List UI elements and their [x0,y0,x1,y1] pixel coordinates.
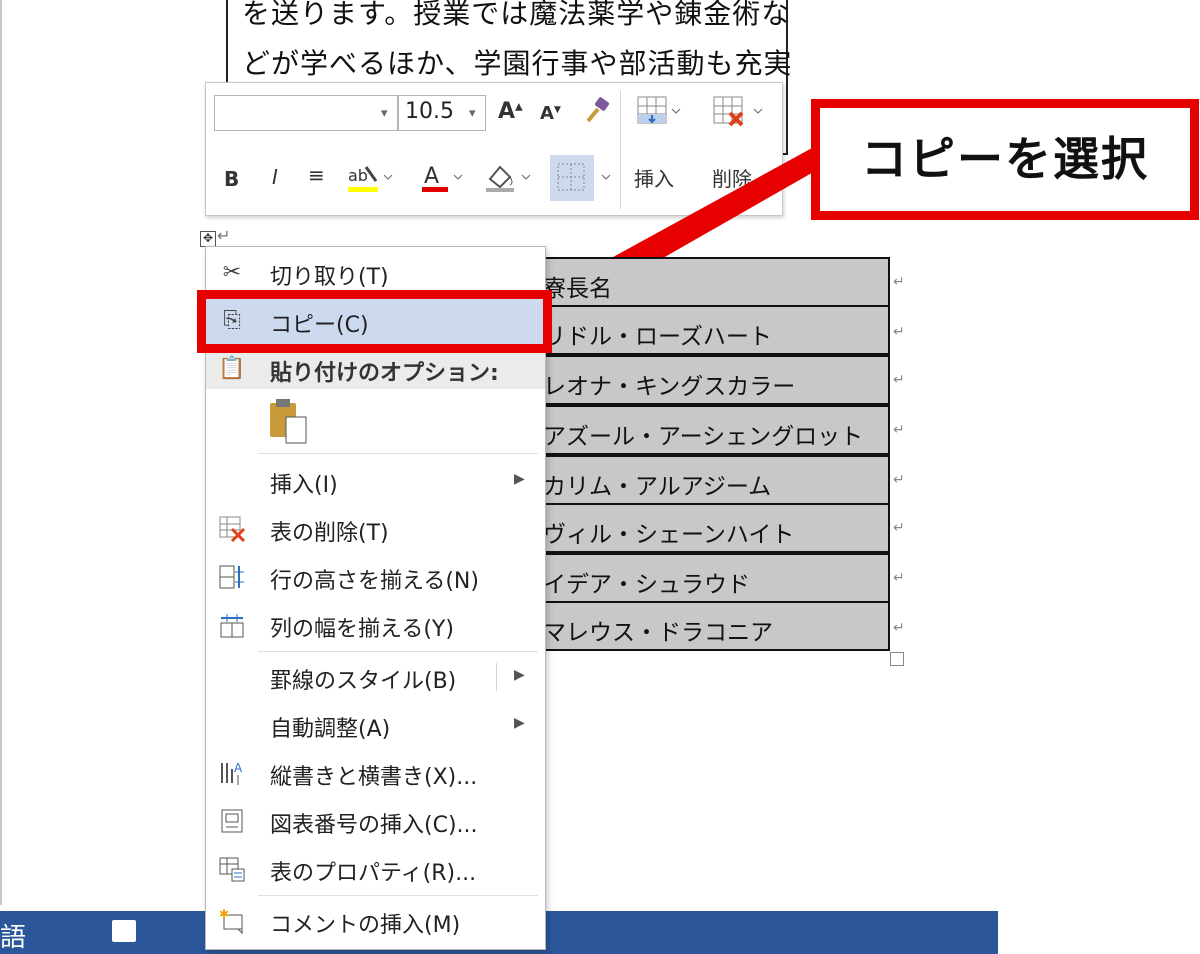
table-cell: カリム・アルアジーム [543,474,772,500]
distribute-rows-icon [218,563,246,591]
text-direction-icon: A [218,759,246,787]
menu-item-label: 貼り付けのオプション: [270,361,499,386]
menu-item-distribute-rows[interactable]: 行の高さを揃える(N) [206,553,545,601]
menu-item-label: 行の高さを揃える(N) [270,569,479,594]
menu-item-label: 縦書きと横書き(X)... [270,765,478,790]
menu-item-label: 罫線のスタイル(B) [270,669,457,694]
svg-text:✱: ✱ [219,907,229,921]
row-end-mark: ↵ [893,324,905,340]
menu-item-label: 図表番号の挿入(C)... [270,813,478,838]
table-cell: マレウス・ドラコニア [543,620,773,646]
callout-text: コピーを選択 [861,132,1149,186]
paragraph-mark: ↵ [217,226,231,245]
submenu-divider [496,663,497,691]
copy-highlight-box [197,290,552,353]
table-row[interactable]: 寮長名 [525,257,890,307]
menu-item-label: 挿入(I) [270,473,338,498]
table-cell: リドル・ローズハート [543,324,772,350]
table-cell: イデア・シュラウド [543,572,750,598]
menu-item-label: 表の削除(T) [270,521,389,546]
menu-separator [258,895,538,896]
menu-item-distribute-columns[interactable]: 列の幅を揃える(Y) [206,601,545,649]
table-properties-icon [218,855,246,883]
row-end-mark: ↵ [893,422,905,438]
table-row[interactable]: レオナ・キングスカラー [525,355,890,405]
table-row[interactable]: イデア・シュラウド [525,553,890,603]
table-cell: アズール・アーシェングロット [543,424,864,450]
row-end-mark: ↵ [893,620,905,636]
keyboard-icon[interactable] [112,920,136,942]
menu-item-insert-comment[interactable]: ✱ コメントの挿入(M) [206,897,545,945]
language-indicator[interactable]: 語 [0,917,26,954]
paste-icon: 📋 [218,356,246,381]
table-row[interactable]: カリム・アルアジーム [525,455,890,505]
table-resize-handle[interactable] [890,652,904,666]
table-row[interactable]: マレウス・ドラコニア [525,601,890,651]
submenu-arrow-icon: ▶ [514,667,525,683]
delete-table-icon [218,515,246,543]
table-row[interactable]: ヴィル・シェーンハイト [525,503,890,553]
menu-separator [258,651,538,652]
table-row[interactable]: リドル・ローズハート [525,305,890,355]
row-end-mark: ↵ [893,274,905,290]
menu-item-insert-caption[interactable]: 図表番号の挿入(C)... [206,797,545,845]
row-end-mark: ↵ [893,520,905,536]
paste-keep-formatting-icon[interactable] [268,397,312,451]
menu-item-text-direction[interactable]: A 縦書きと横書き(X)... [206,749,545,797]
table-row[interactable]: アズール・アーシェングロット [525,405,890,455]
caption-icon [218,807,246,835]
menu-item-insert[interactable]: 挿入(I) ▶ [206,457,545,505]
menu-item-autofit[interactable]: 自動調整(A) ▶ [206,701,545,749]
table-move-handle[interactable]: ✥ [200,231,216,247]
row-end-mark: ↵ [893,472,905,488]
menu-item-label: 列の幅を揃える(Y) [270,617,454,642]
table-cell: ヴィル・シェーンハイト [543,522,795,548]
distribute-columns-icon [218,611,246,639]
comment-icon: ✱ [218,907,246,935]
scissors-icon: ✂ [222,260,242,285]
menu-item-delete-table[interactable]: 表の削除(T) [206,505,545,553]
table-cell: 寮長名 [543,276,612,302]
submenu-arrow-icon: ▶ [514,471,525,487]
menu-item-label: 自動調整(A) [270,717,391,742]
table-cell: レオナ・キングスカラー [543,374,796,400]
menu-item-border-styles[interactable]: 罫線のスタイル(B) ▶ [206,653,545,701]
row-end-mark: ↵ [893,570,905,586]
menu-item-label: 表のプロパティ(R)... [270,861,477,886]
row-end-mark: ↵ [893,372,905,388]
menu-item-label: コメントの挿入(M) [270,913,461,938]
callout-box: コピーを選択 [811,99,1199,220]
svg-text:A: A [234,761,243,775]
menu-item-table-properties[interactable]: 表のプロパティ(R)... [206,845,545,893]
submenu-arrow-icon: ▶ [514,715,525,731]
menu-separator [258,453,538,454]
menu-item-label: 切り取り(T) [270,265,389,290]
